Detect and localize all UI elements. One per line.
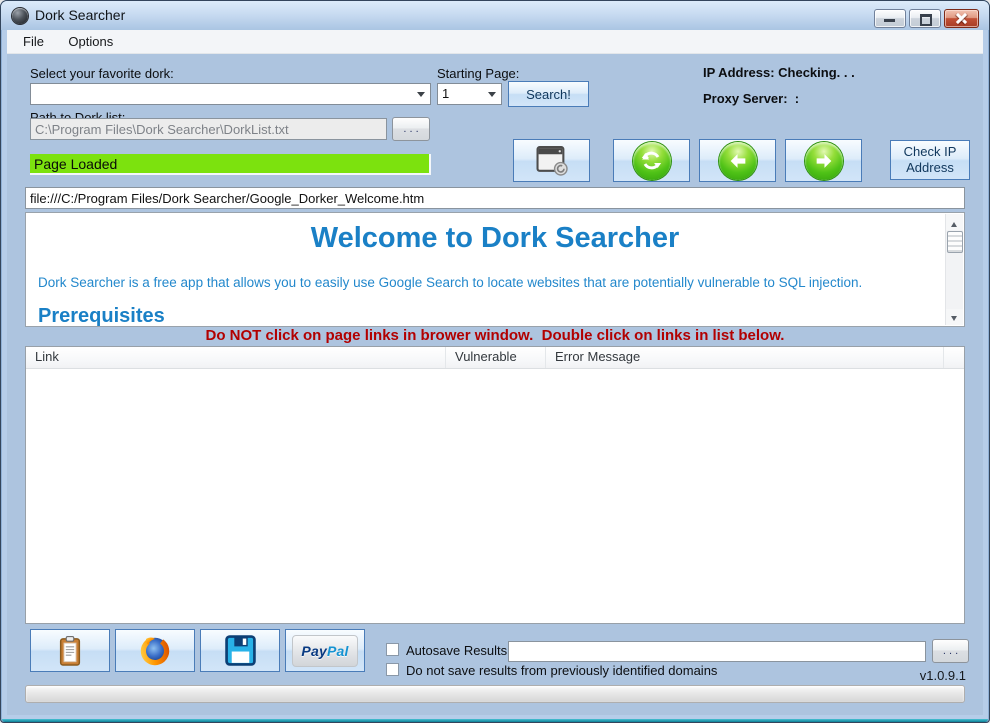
starting-page-value: 1 [442,86,449,101]
paypal-logo: PayPal [292,635,358,667]
paypal-text-pay: Pay [301,643,327,659]
copy-results-button[interactable] [30,629,110,672]
chevron-down-icon [417,92,425,101]
floppy-disk-icon [224,634,257,667]
browser-panel[interactable]: Welcome to Dork Searcher Dork Searcher i… [25,212,965,327]
open-in-firefox-button[interactable] [115,629,195,672]
browser-scrollbar[interactable] [945,214,963,325]
results-header-row: Link Vulnerable Error Message [26,347,964,369]
ip-address-status: IP Address: Checking. . . [703,65,855,80]
minimize-button[interactable] [874,9,906,28]
dork-combobox[interactable] [30,83,431,105]
back-arrow-icon [719,142,757,180]
page-heading: Welcome to Dork Searcher [26,222,964,255]
starting-page-combobox[interactable]: 1 [437,83,502,105]
refresh-icon [633,142,671,180]
autosave-label: Autosave Results [406,643,507,658]
page-paragraph: Dork Searcher is a free app that allows … [38,275,930,290]
scrollbar-thumb[interactable] [947,231,963,253]
starting-page-label: Starting Page: [437,66,519,81]
check-ip-button-label: Check IP Address [891,144,969,177]
forward-button[interactable] [785,139,862,182]
menu-bar: File Options [7,30,983,54]
maximize-button[interactable] [909,9,941,28]
load-welcome-page-button[interactable] [513,139,590,182]
check-ip-button[interactable]: Check IP Address [890,140,970,180]
scroll-down-icon[interactable] [946,309,963,325]
menu-options[interactable]: Options [58,30,123,53]
minimize-icon [884,19,895,22]
status-banner: Page Loaded [30,154,431,175]
menu-file[interactable]: File [13,30,54,53]
no-duplicates-label: Do not save results from previously iden… [406,663,717,678]
client-area: File Options Select your favorite dork: … [7,30,983,715]
forward-arrow-icon [805,142,843,180]
no-duplicates-checkbox[interactable] [386,663,399,676]
browse-save-path-button[interactable]: . . . [932,639,969,663]
column-header-vulnerable[interactable]: Vulnerable [446,347,546,368]
save-results-button[interactable] [200,629,280,672]
search-button-label: Search! [526,87,571,102]
globe-icon [12,8,28,24]
page-subheading: Prerequisites [38,305,165,327]
version-label: v1.0.9.1 [920,668,966,683]
warning-text: Do NOT click on page links in brower win… [7,327,983,344]
results-listview[interactable]: Link Vulnerable Error Message [25,346,965,624]
autosave-checkbox[interactable] [386,643,399,656]
column-header-filler [944,347,964,368]
refresh-button[interactable] [613,139,690,182]
close-icon [945,10,978,27]
url-input[interactable] [25,187,965,209]
window-controls [874,9,979,28]
proxy-server-status: Proxy Server: : [703,91,799,106]
clipboard-icon [56,634,84,668]
window-refresh-icon [534,145,570,176]
save-path-input[interactable] [508,641,926,662]
browse-dork-list-button[interactable]: . . . [392,117,430,141]
dork-list-path-input[interactable] [30,118,387,140]
window-title: Dork Searcher [35,7,125,23]
search-button[interactable]: Search! [508,81,589,107]
dork-label: Select your favorite dork: [30,66,174,81]
progress-bar [25,685,965,703]
chevron-down-icon [488,92,496,101]
firefox-icon [138,634,172,668]
titlebar[interactable]: Dork Searcher [1,1,989,30]
scroll-up-icon[interactable] [946,214,963,230]
column-header-error-message[interactable]: Error Message [546,347,944,368]
paypal-text-pal: Pal [327,643,349,659]
close-button[interactable] [944,9,979,28]
maximize-icon [920,14,932,26]
app-window: Dork Searcher File Options Select your f… [0,0,990,723]
paypal-donate-button[interactable]: PayPal [285,629,365,672]
back-button[interactable] [699,139,776,182]
column-header-link[interactable]: Link [26,347,446,368]
